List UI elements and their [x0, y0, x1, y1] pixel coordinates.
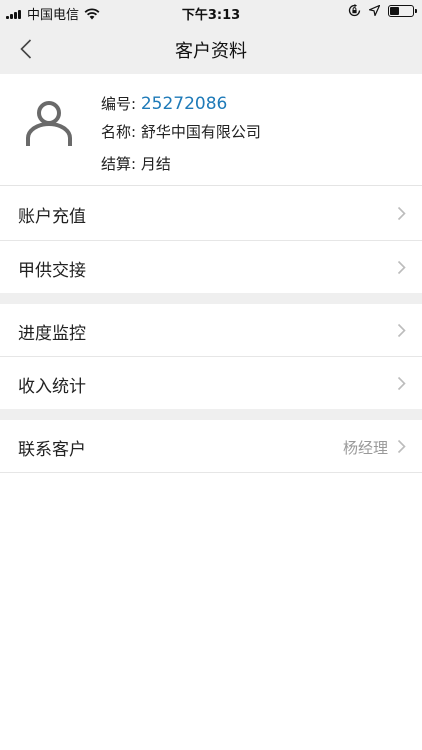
settlement-value: 月结	[140, 155, 171, 173]
chevron-right-icon	[397, 206, 406, 221]
menu-item-label: 账户充值	[18, 207, 86, 227]
section-gap	[0, 293, 422, 304]
divider	[0, 472, 422, 473]
menu-item-label: 进度监控	[18, 324, 86, 344]
navigation-bar: 客户资料	[0, 24, 422, 74]
menu-item-income-stats[interactable]: 收入统计	[0, 357, 422, 410]
menu-item-label: 收入统计	[18, 377, 86, 397]
customer-id-label: 编号:	[101, 95, 137, 113]
customer-name-label: 名称:	[101, 123, 137, 141]
menu-item-label: 联系客户	[18, 440, 86, 460]
chevron-right-icon	[397, 376, 406, 391]
contact-person: 杨经理	[342, 439, 388, 457]
settlement-label: 结算:	[101, 155, 137, 173]
battery-level	[390, 6, 399, 15]
menu-item-supply-handover[interactable]: 甲供交接	[0, 241, 422, 294]
avatar-icon	[26, 101, 72, 146]
menu-item-contact-customer[interactable]: 联系客户 杨经理	[0, 420, 422, 473]
menu-item-label: 甲供交接	[18, 261, 86, 281]
section-gap	[0, 409, 422, 420]
page-title: 客户资料	[175, 41, 247, 62]
customer-profile-card: 编号: 25272086 名称: 舒华中国有限公司 结算: 月结	[0, 74, 422, 186]
chevron-right-icon	[397, 260, 406, 275]
customer-name-row: 名称: 舒华中国有限公司	[101, 121, 261, 142]
settlement-row: 结算: 月结	[101, 153, 171, 174]
battery-icon	[388, 4, 417, 17]
rotation-lock-icon	[348, 4, 361, 17]
customer-id-row: 编号: 25272086	[101, 93, 227, 114]
status-bar: 中国电信 下午3:13	[0, 0, 422, 24]
menu-item-account-recharge[interactable]: 账户充值	[0, 187, 422, 240]
chevron-right-icon	[397, 323, 406, 338]
customer-id-value: 25272086	[140, 94, 228, 114]
customer-name-value: 舒华中国有限公司	[140, 123, 261, 141]
chevron-right-icon	[397, 439, 406, 454]
location-arrow-icon	[369, 5, 380, 16]
menu-item-progress-monitor[interactable]: 进度监控	[0, 304, 422, 357]
status-bar-right	[348, 4, 417, 17]
